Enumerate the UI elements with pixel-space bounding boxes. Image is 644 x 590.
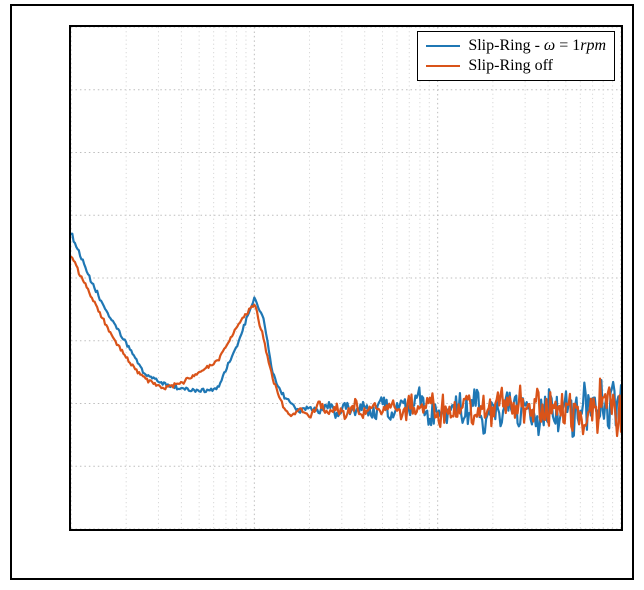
legend-item: Slip-Ring off <box>426 56 606 76</box>
plot-svg <box>71 27 621 529</box>
legend-swatch <box>426 45 460 47</box>
legend-label: Slip-Ring off <box>468 56 553 76</box>
legend-label: Slip-Ring - ω = 1rpm <box>468 36 606 56</box>
legend-swatch <box>426 65 460 67</box>
legend-item: Slip-Ring - ω = 1rpm <box>426 36 606 56</box>
plot-area: Slip-Ring - ω = 1rpm Slip-Ring off <box>69 25 623 531</box>
legend: Slip-Ring - ω = 1rpm Slip-Ring off <box>417 31 615 81</box>
